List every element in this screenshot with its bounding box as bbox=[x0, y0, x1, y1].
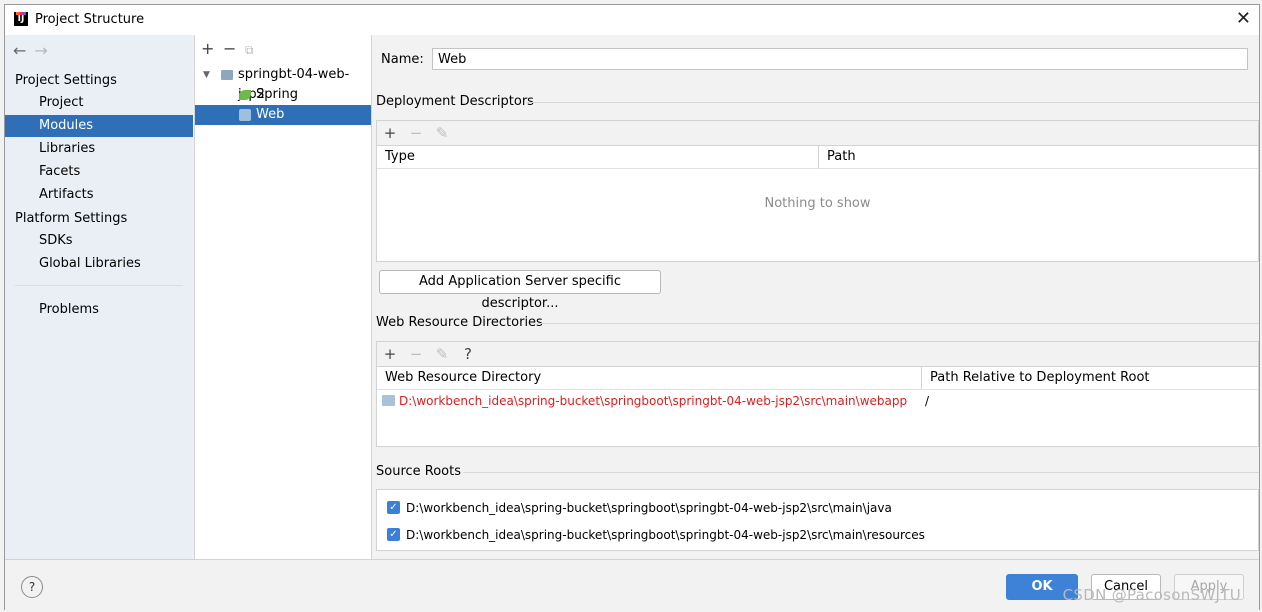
expand-caret-icon[interactable]: ▼ bbox=[203, 65, 210, 85]
source-root-checkbox[interactable]: ✓ bbox=[387, 501, 400, 514]
web-facet-config: Name: Deployment Descriptors +−✎ Type Pa… bbox=[371, 35, 1259, 559]
facet-web-label: Web bbox=[256, 107, 285, 122]
sidebar-item-modules[interactable]: Modules bbox=[5, 115, 193, 137]
platform-settings-header: Platform Settings bbox=[15, 211, 128, 226]
dialog-footer: ? OK Cancel Apply CSDN @PacosonSWJTU bbox=[5, 559, 1259, 612]
web-directory-icon bbox=[382, 395, 395, 406]
sidebar-item-sdks[interactable]: SDKs bbox=[5, 230, 193, 252]
deployment-descriptors-table: + − ✎ Type Path Nothing to show bbox=[376, 120, 1259, 262]
sidebar-item-artifacts[interactable]: Artifacts bbox=[5, 184, 193, 206]
name-label: Name: bbox=[381, 52, 424, 67]
edit-icon[interactable]: ✎ bbox=[429, 342, 455, 366]
tree-node-spring[interactable]: Spring bbox=[195, 85, 371, 105]
column-header-relative-path[interactable]: Path Relative to Deployment Root bbox=[921, 366, 1258, 390]
title-bar: IJ Project Structure ✕ bbox=[5, 5, 1259, 35]
deployment-relative-path: / bbox=[925, 394, 930, 408]
add-icon[interactable]: + bbox=[377, 121, 403, 145]
history-arrows: ←→ bbox=[13, 41, 56, 60]
sidebar-divider bbox=[15, 285, 183, 286]
column-header-path[interactable]: Path bbox=[818, 145, 1258, 169]
section-divider bbox=[463, 472, 1259, 473]
web-resource-path: D:\workbench_idea\spring-bucket\springbo… bbox=[399, 394, 908, 408]
module-tree-panel: + − ⧉ ▼ springbt-04-web-jsp2 Spring Web bbox=[194, 35, 372, 559]
remove-icon[interactable]: − bbox=[403, 121, 429, 145]
forward-arrow-icon[interactable]: → bbox=[34, 41, 55, 60]
spring-leaf-icon bbox=[239, 90, 251, 100]
web-facet-icon bbox=[239, 109, 251, 121]
facet-name-input[interactable] bbox=[432, 48, 1248, 70]
module-folder-icon bbox=[221, 70, 233, 80]
remove-icon[interactable]: − bbox=[223, 39, 245, 58]
remove-icon[interactable]: − bbox=[403, 342, 429, 366]
deployment-descriptors-title: Deployment Descriptors bbox=[376, 94, 534, 109]
add-icon[interactable]: + bbox=[201, 39, 223, 58]
source-root-path: D:\workbench_idea\spring-bucket\springbo… bbox=[406, 528, 925, 542]
section-divider bbox=[537, 323, 1259, 324]
sidebar-item-problems[interactable]: Problems bbox=[5, 299, 193, 321]
back-arrow-icon[interactable]: ← bbox=[13, 41, 34, 60]
window-title: Project Structure bbox=[35, 12, 145, 27]
watermark-text: CSDN @PacosonSWJTU bbox=[1062, 586, 1241, 604]
edit-icon[interactable]: ✎ bbox=[429, 121, 455, 145]
descriptors-toolbar: + − ✎ bbox=[377, 121, 1258, 146]
settings-sidebar: ←→ Project Settings Project Modules Libr… bbox=[5, 35, 193, 559]
intellij-app-icon: IJ bbox=[14, 12, 28, 26]
facet-spring-label: Spring bbox=[256, 87, 298, 102]
copy-icon[interactable]: ⧉ bbox=[245, 43, 267, 58]
help-button[interactable]: ? bbox=[21, 576, 43, 598]
sidebar-item-global-libraries[interactable]: Global Libraries bbox=[5, 253, 193, 275]
help-icon[interactable]: ? bbox=[455, 342, 481, 366]
sidebar-item-facets[interactable]: Facets bbox=[5, 161, 193, 183]
empty-table-message: Nothing to show bbox=[764, 196, 871, 211]
column-header-web-resource-directory[interactable]: Web Resource Directory bbox=[377, 366, 921, 390]
source-roots-title: Source Roots bbox=[376, 464, 462, 479]
web-resources-toolbar: + − ✎? bbox=[377, 342, 1258, 367]
tree-node-module[interactable]: ▼ springbt-04-web-jsp2 bbox=[195, 65, 371, 102]
section-divider bbox=[526, 102, 1259, 103]
add-icon[interactable]: + bbox=[377, 342, 403, 366]
project-structure-dialog: IJ Project Structure ✕ ←→ Project Settin… bbox=[4, 4, 1260, 612]
module-tree-toolbar: + − ⧉ bbox=[201, 39, 267, 58]
table-row[interactable]: D:\workbench_idea\spring-bucket\springbo… bbox=[377, 391, 1258, 411]
sidebar-item-libraries[interactable]: Libraries bbox=[5, 138, 193, 160]
add-server-descriptor-button[interactable]: Add Application Server specific descript… bbox=[379, 270, 661, 311]
close-icon[interactable]: ✕ bbox=[1236, 8, 1251, 29]
web-resource-directories-title: Web Resource Directories bbox=[376, 315, 543, 330]
source-root-checkbox[interactable]: ✓ bbox=[387, 528, 400, 541]
source-roots-list: ✓ D:\workbench_idea\spring-bucket\spring… bbox=[376, 489, 1259, 551]
project-settings-header: Project Settings bbox=[15, 73, 117, 88]
source-root-path: D:\workbench_idea\spring-bucket\springbo… bbox=[406, 501, 892, 515]
tree-node-web[interactable]: Web bbox=[195, 105, 371, 125]
sidebar-item-project[interactable]: Project bbox=[5, 92, 193, 114]
column-header-type[interactable]: Type bbox=[377, 145, 818, 169]
web-resource-directories-table: + − ✎? Web Resource Directory Path Relativ… bbox=[376, 341, 1259, 447]
